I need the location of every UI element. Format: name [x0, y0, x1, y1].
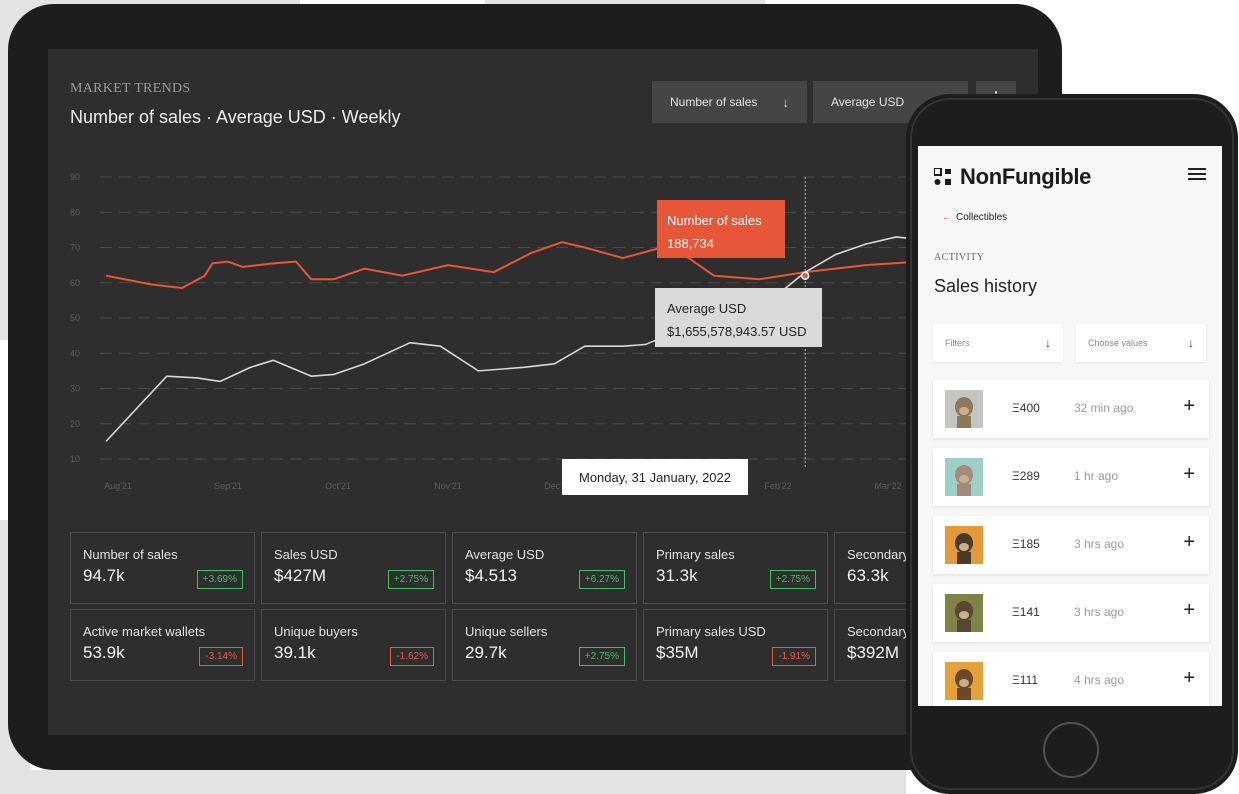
plus-icon[interactable]: + — [1183, 531, 1195, 554]
x-tick-label: Sep'21 — [214, 481, 242, 491]
x-tick-label: Mar'22 — [874, 481, 901, 491]
plus-icon[interactable]: + — [1183, 667, 1195, 690]
stat-card[interactable]: Primary sales USD $35M -1.91% — [643, 609, 828, 681]
sale-price: Ξ141 — [1012, 605, 1040, 619]
y-tick-label: 10 — [70, 454, 80, 464]
brand-name: NonFungible — [960, 164, 1092, 189]
change-badge: -1.91% — [772, 647, 816, 666]
y-tick-label: 40 — [70, 348, 80, 358]
x-tick-label: Nov'21 — [434, 481, 462, 491]
change-badge: +2.75% — [578, 647, 625, 666]
x-tick-label: Feb'22 — [764, 481, 791, 491]
stat-label: Sales USD — [274, 547, 338, 562]
stat-card[interactable]: Primary sales 31.3k +2.75% — [643, 532, 828, 604]
change-badge: +2.75% — [769, 570, 816, 589]
tooltip-sales-label: Number of sales — [667, 213, 762, 228]
y-tick-label: 70 — [70, 243, 80, 253]
stat-card[interactable]: Number of sales 94.7k +3.69% — [70, 532, 255, 604]
sales-row[interactable]: Ξ289 1 hr ago + — [933, 448, 1209, 506]
stat-card[interactable]: Unique sellers 29.7k +2.75% — [452, 609, 637, 681]
line-chart: 90 80 70 60 50 40 30 20 10 Aug'21 Sep'21 Oct'21 Nov'… — [70, 172, 1038, 491]
nft-thumbnail — [945, 390, 983, 428]
x-tick-label: Oct'21 — [325, 481, 351, 491]
back-link[interactable]: ← Collectibles — [942, 212, 1007, 223]
home-button[interactable] — [1043, 722, 1099, 778]
y-tick-label: 90 — [70, 172, 80, 182]
sale-price: Ξ111 — [1012, 673, 1039, 687]
highlight-point[interactable] — [800, 271, 810, 280]
nft-thumbnail — [945, 662, 983, 700]
change-badge: +3.69% — [196, 570, 243, 589]
stat-label: Active market wallets — [83, 624, 206, 639]
back-label: Collectibles — [956, 212, 1008, 223]
change-badge: -3.14% — [199, 647, 243, 666]
stat-card[interactable]: Unique buyers 39.1k -1.62% — [261, 609, 446, 681]
y-tick-label: 80 — [70, 207, 80, 217]
stat-label: Primary sales USD — [656, 624, 766, 639]
nft-thumbnail — [945, 526, 983, 564]
background-panel — [0, 770, 906, 794]
plus-icon[interactable]: + — [1183, 463, 1195, 486]
sales-row[interactable]: Ξ185 3 hrs ago + — [933, 516, 1209, 574]
sale-time: 4 hrs ago — [1074, 673, 1125, 687]
y-tick-label: 20 — [70, 419, 80, 429]
values-dropdown[interactable]: Choose values ↓ — [1076, 324, 1206, 362]
sales-row[interactable]: Ξ141 3 hrs ago + — [933, 584, 1209, 642]
mobile-screen: NonFungible ← Collectibles ACTIVITY Sales… — [918, 146, 1222, 706]
arrow-down-icon: ↓ — [1045, 336, 1051, 350]
stat-card[interactable]: Sales USD $427M +2.75% — [261, 532, 446, 604]
filters-label: Filters — [945, 338, 970, 348]
tooltip-average-value: $1,655,578,943.57 USD — [667, 324, 807, 339]
sale-time: 32 min ago — [1074, 401, 1134, 415]
tablet-device: MARKET TRENDS Number of sales · Average … — [8, 4, 1062, 770]
stat-card[interactable]: Average USD $4.513 +6.27% — [452, 532, 637, 604]
y-tick-label: 30 — [70, 384, 80, 394]
dashboard-screen: MARKET TRENDS Number of sales · Average … — [48, 49, 1038, 735]
nft-thumbnail — [945, 458, 983, 496]
stat-label: Number of sales — [83, 547, 178, 562]
arrow-left-icon: ← — [942, 212, 952, 223]
sale-time: 3 hrs ago — [1074, 605, 1125, 619]
brand-logo[interactable]: NonFungible — [934, 164, 1091, 190]
section-kicker: ACTIVITY — [934, 252, 985, 263]
sales-row[interactable]: Ξ111 4 hrs ago + — [933, 652, 1209, 706]
logo-icon — [934, 168, 951, 185]
stat-card[interactable]: Active market wallets 53.9k -3.14% — [70, 609, 255, 681]
menu-icon[interactable] — [1188, 168, 1206, 183]
plus-icon[interactable]: + — [1183, 599, 1195, 622]
stat-label: Unique sellers — [465, 624, 548, 639]
sale-price: Ξ400 — [1012, 401, 1040, 415]
tooltip-average: Average USD $1,655,578,943.57 USD — [655, 288, 822, 347]
sale-price: Ξ289 — [1012, 469, 1040, 483]
filters-dropdown[interactable]: Filters ↓ — [933, 324, 1063, 362]
sales-series-line — [105, 207, 1038, 290]
tooltip-sales: Number of sales 188,734 — [657, 200, 785, 258]
stat-label: Average USD — [465, 547, 545, 562]
tooltip-sales-value: 188,734 — [667, 236, 714, 251]
tooltip-date: Monday, 31 January, 2022 — [562, 459, 748, 495]
y-tick-label: 60 — [70, 278, 80, 288]
sale-time: 1 hr ago — [1074, 469, 1119, 483]
sale-time: 3 hrs ago — [1074, 537, 1125, 551]
tooltip-average-label: Average USD — [667, 301, 747, 316]
page-title: Sales history — [934, 276, 1038, 296]
change-badge: +2.75% — [387, 570, 434, 589]
stat-label: Unique buyers — [274, 624, 358, 639]
average-series-line — [105, 202, 1038, 442]
arrow-down-icon: ↓ — [1188, 336, 1194, 350]
nft-thumbnail — [945, 594, 983, 632]
plus-icon[interactable]: + — [1183, 395, 1195, 418]
x-tick-label: Aug'21 — [104, 481, 132, 491]
change-badge: +6.27% — [578, 570, 625, 589]
y-tick-label: 50 — [70, 313, 80, 323]
change-badge: -1.62% — [390, 647, 434, 666]
values-label: Choose values — [1088, 338, 1148, 348]
sales-row[interactable]: Ξ400 32 min ago + — [933, 380, 1209, 438]
sale-price: Ξ185 — [1012, 537, 1040, 551]
stat-label: Primary sales — [656, 547, 735, 562]
phone-device: NonFungible ← Collectibles ACTIVITY Sales… — [906, 94, 1238, 794]
